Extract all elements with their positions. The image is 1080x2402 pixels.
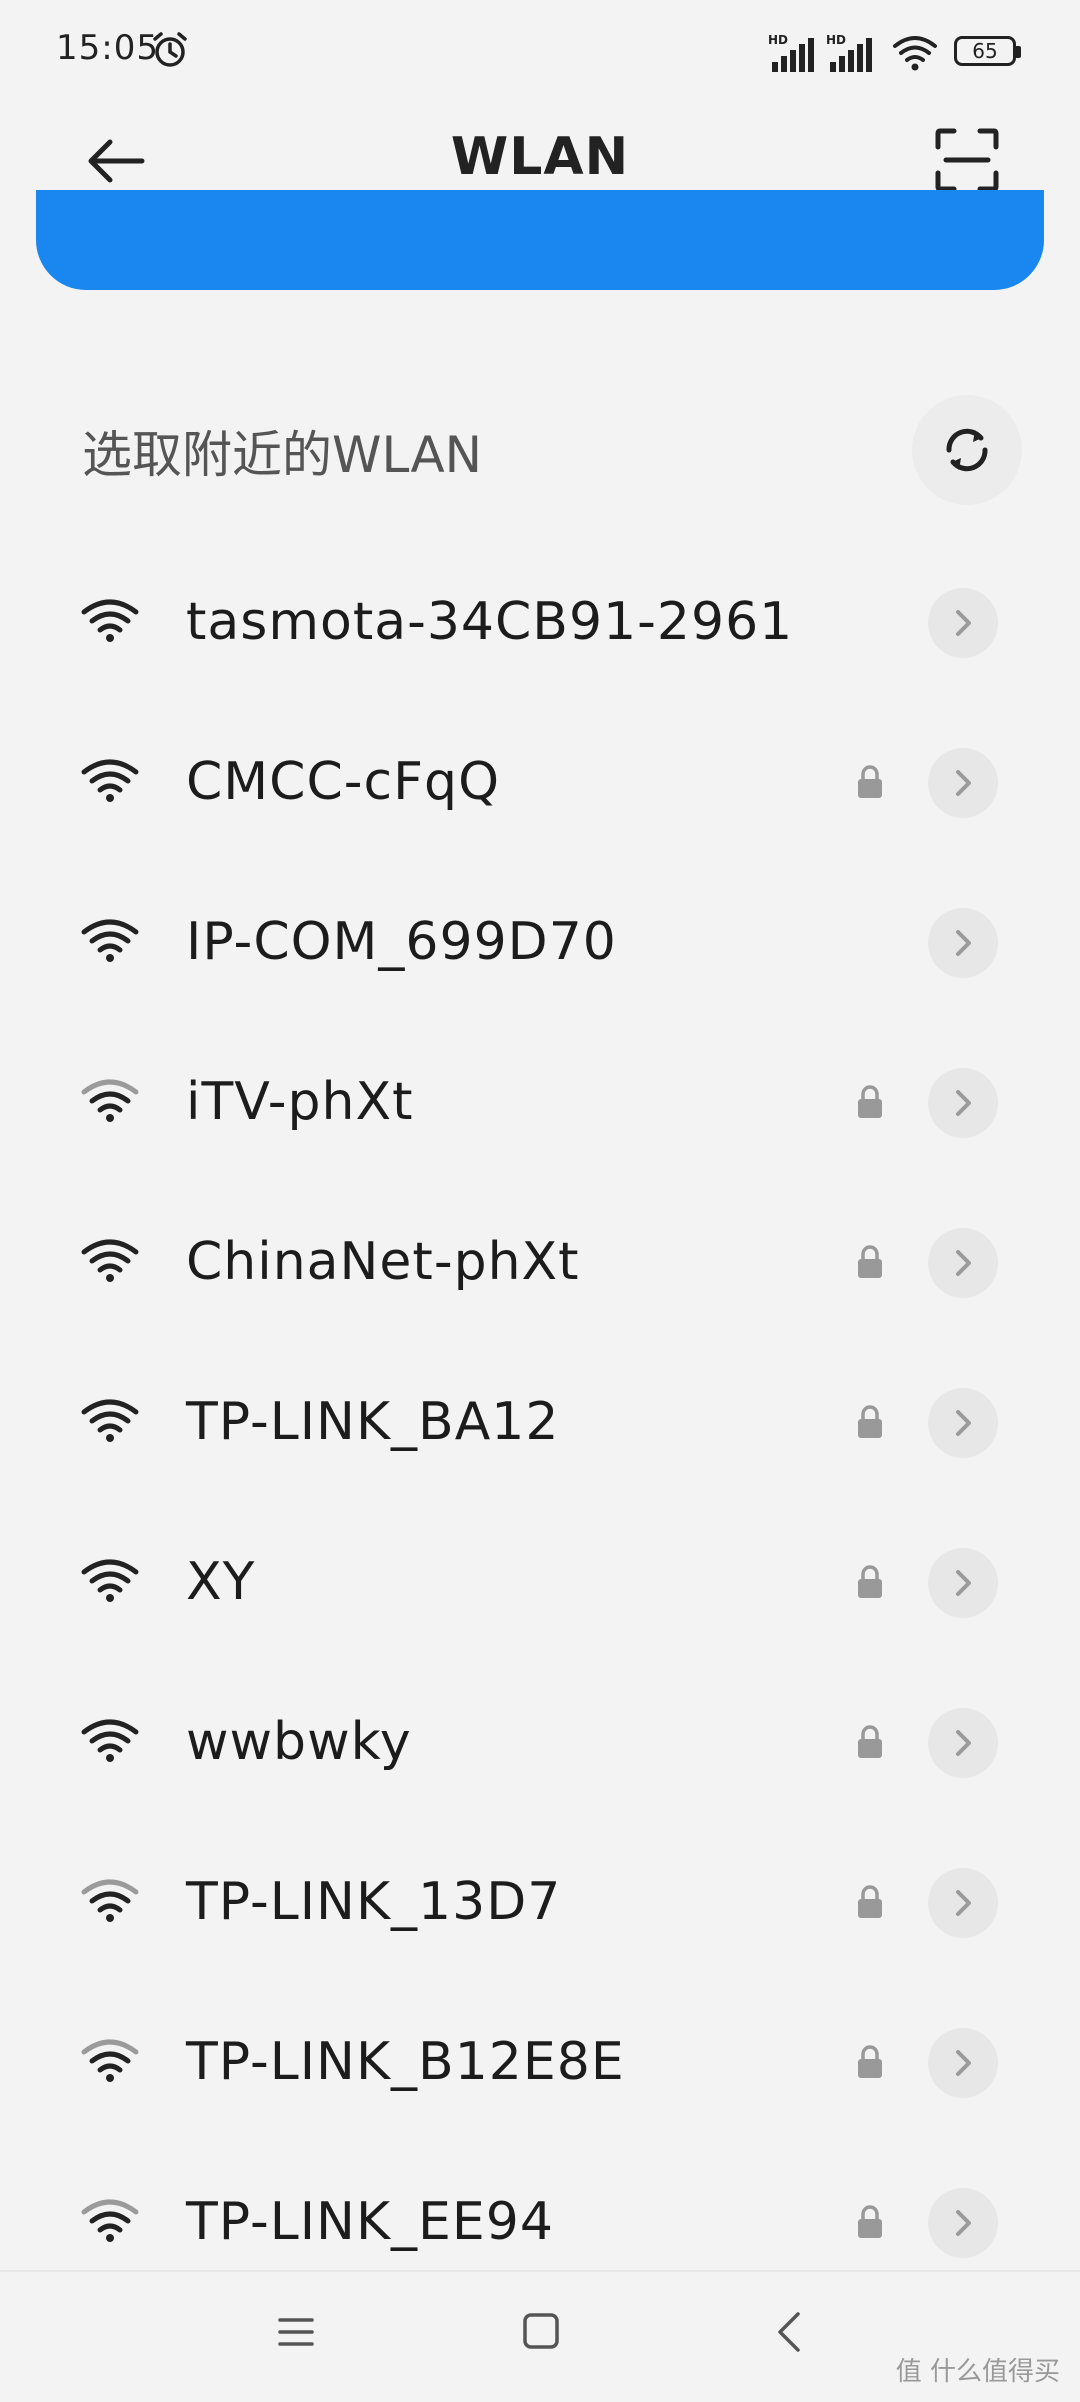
wifi-network-item[interactable]: TP-LINK_13D7 <box>0 1822 1080 1982</box>
lock-icon <box>858 1885 882 1918</box>
lock-icon <box>858 1405 882 1438</box>
wifi-signal-icon <box>81 599 139 642</box>
network-detail-button[interactable] <box>928 1548 998 1618</box>
wifi-ssid: tasmota-34CB91-2961 <box>186 592 794 652</box>
nav-back-icon[interactable] <box>774 2310 804 2354</box>
network-detail-button[interactable] <box>928 908 998 978</box>
chevron-right-icon <box>956 930 971 956</box>
chevron-right-icon <box>956 1570 971 1596</box>
wifi-icon <box>893 36 937 71</box>
wifi-ssid: TP-LINK_13D7 <box>186 1872 562 1932</box>
network-detail-button[interactable] <box>928 1388 998 1458</box>
wifi-signal-icon <box>81 1399 139 1442</box>
wifi-signal-icon <box>81 2039 139 2082</box>
lock-icon <box>858 2045 882 2078</box>
chevron-right-icon <box>956 770 971 796</box>
refresh-icon <box>946 428 988 472</box>
wifi-network-item[interactable]: tasmota-34CB91-2961 <box>0 542 1080 702</box>
chevron-right-icon <box>956 1410 971 1436</box>
wifi-network-item[interactable]: TP-LINK_B12E8E <box>0 1982 1080 2142</box>
wifi-signal-icon <box>81 759 139 802</box>
wifi-network-item[interactable]: iTV-phXt <box>0 1022 1080 1182</box>
wifi-network-item[interactable]: TP-LINK_BA12 <box>0 1342 1080 1502</box>
wifi-signal-icon <box>81 1719 139 1762</box>
wifi-ssid: TP-LINK_BA12 <box>186 1392 560 1452</box>
network-detail-button[interactable] <box>928 2188 998 2258</box>
home-square-icon[interactable] <box>522 2312 560 2350</box>
wifi-ssid: TP-LINK_EE94 <box>186 2192 554 2252</box>
lock-icon <box>858 1245 882 1278</box>
lock-icon <box>858 2205 882 2238</box>
wifi-ssid: iTV-phXt <box>186 1072 414 1132</box>
wifi-signal-icon <box>81 1559 139 1602</box>
wifi-network-item[interactable]: wwbwky <box>0 1662 1080 1822</box>
alarm-icon <box>153 32 187 67</box>
wifi-network-item[interactable]: IP-COM_699D70 <box>0 862 1080 1022</box>
wifi-signal-icon <box>81 2199 139 2242</box>
network-detail-button[interactable] <box>928 1868 998 1938</box>
wifi-ssid: TP-LINK_B12E8E <box>186 2032 625 2092</box>
svg-text:HD: HD <box>826 33 846 47</box>
lock-icon <box>858 765 882 798</box>
battery-tip <box>1016 46 1021 58</box>
recents-menu-icon[interactable] <box>276 2312 316 2352</box>
chevron-right-icon <box>956 1730 971 1756</box>
svg-text:HD: HD <box>768 33 788 47</box>
network-detail-button[interactable] <box>928 748 998 818</box>
status-bar: 15:05 HD HD 65 <box>0 0 1080 105</box>
qr-scan-icon[interactable] <box>934 127 1000 193</box>
wifi-network-item[interactable]: CMCC-cFqQ <box>0 702 1080 862</box>
network-detail-button[interactable] <box>928 2028 998 2098</box>
wifi-ssid: ChinaNet-phXt <box>186 1232 580 1292</box>
wifi-signal-icon <box>81 919 139 962</box>
chevron-right-icon <box>956 2050 971 2076</box>
wifi-signal-icon <box>81 1079 139 1122</box>
wifi-signal-icon <box>81 1239 139 1282</box>
lock-icon <box>858 1725 882 1758</box>
battery-level: 65 <box>972 39 998 63</box>
chevron-right-icon <box>956 1890 971 1916</box>
status-time: 15:05 <box>56 28 159 68</box>
network-detail-button[interactable] <box>928 1068 998 1138</box>
wlan-toggle-card <box>36 190 1044 290</box>
lock-icon <box>858 1085 882 1118</box>
wifi-network-item[interactable]: ChinaNet-phXt <box>0 1182 1080 1342</box>
refresh-button[interactable] <box>912 395 1022 505</box>
wifi-ssid: XY <box>186 1552 256 1612</box>
hd-signal-icon: HD <box>826 33 872 72</box>
section-title: 选取附近的WLAN <box>82 426 483 484</box>
chevron-right-icon <box>956 610 971 636</box>
chevron-right-icon <box>956 1250 971 1276</box>
network-detail-button[interactable] <box>928 1708 998 1778</box>
wifi-network-list: tasmota-34CB91-2961 CMCC-cFqQ IP-COM_699D7… <box>0 542 1080 2302</box>
battery-icon: 65 <box>954 36 1016 66</box>
lock-icon <box>858 1565 882 1598</box>
wifi-ssid: wwbwky <box>186 1712 412 1772</box>
hd-signal-icon: HD <box>768 33 814 72</box>
chevron-right-icon <box>956 1090 971 1116</box>
chevron-right-icon <box>956 2210 971 2236</box>
network-detail-button[interactable] <box>928 1228 998 1298</box>
wifi-signal-icon <box>81 1879 139 1922</box>
network-detail-button[interactable] <box>928 588 998 658</box>
watermark-text: 值 什么值得买 <box>895 2357 1060 2387</box>
wifi-network-item[interactable]: XY <box>0 1502 1080 1662</box>
wifi-ssid: IP-COM_699D70 <box>186 912 617 972</box>
page-title: WLAN <box>450 127 630 187</box>
status-icons: HD HD 65 <box>768 28 1028 78</box>
wifi-ssid: CMCC-cFqQ <box>186 752 500 812</box>
